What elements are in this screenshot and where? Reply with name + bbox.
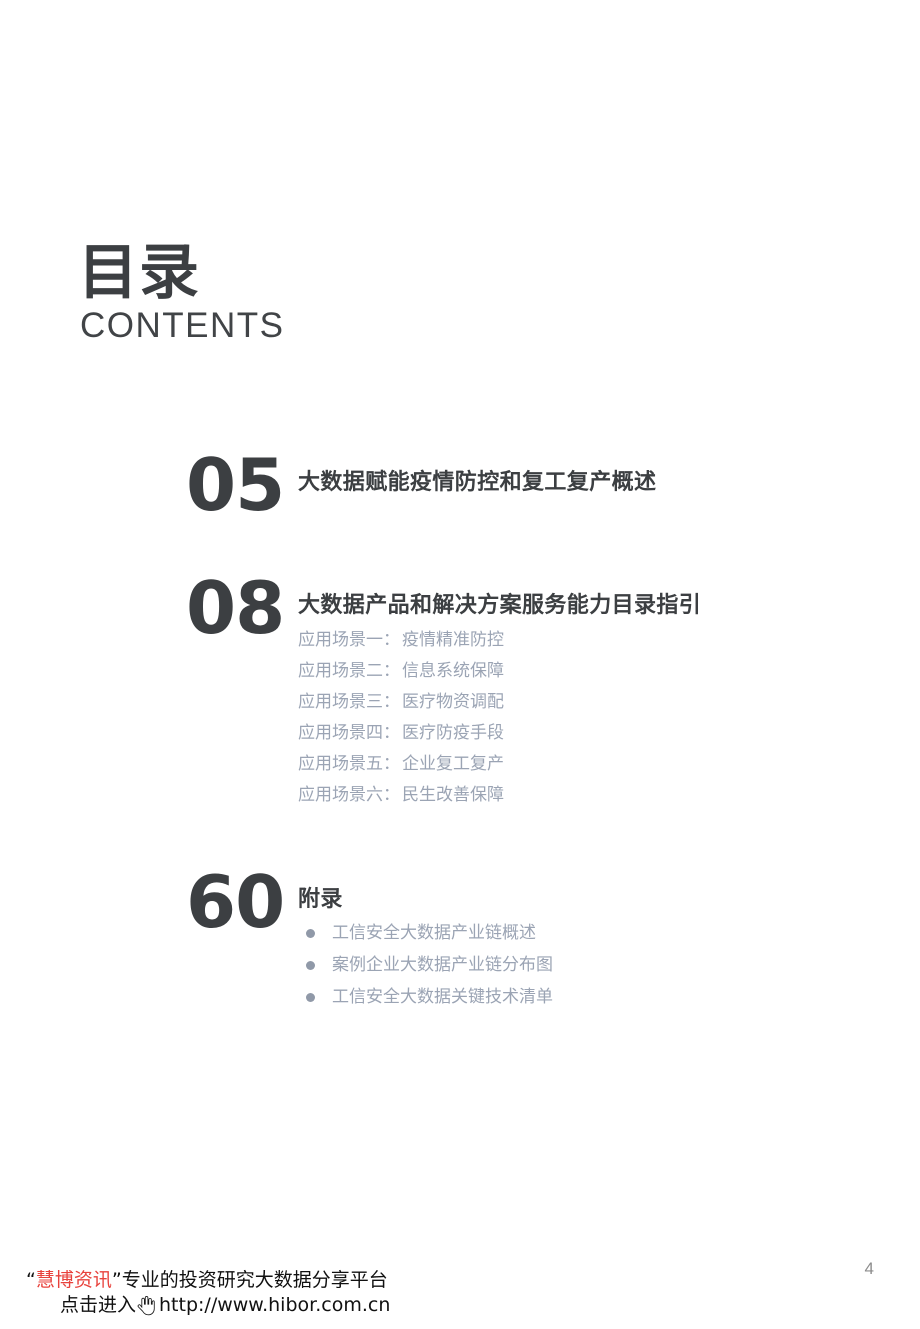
list-item[interactable]: 应用场景三： 医疗物资调配 [298,694,886,725]
brand-name: 慧博资讯 [35,1268,112,1291]
scenario-value: 民生改善保障 [402,785,504,806]
toc-entry-body: 大数据产品和解决方案服务能力目录指引 应用场景一： 疫情精准防控 应用场景二： 信息… [298,578,886,819]
appendix-list: 工信安全大数据产业链概述 案例企业大数据产业链分布图 工信安全大数据关键技术清单 [298,922,886,1021]
quote-open: “ [26,1268,36,1291]
footer-url[interactable]: http://www.hibor.com.cn [159,1293,390,1319]
footer-url-line[interactable]: 点击进入 http://www.hibor.com.cn [60,1293,446,1319]
footer-tagline: 专业的投资研究大数据分享平台 [121,1268,388,1291]
footer-cta-label: 点击进入 [60,1294,137,1317]
toc-entry-list: 05 大数据赋能疫情防控和复工复产概述 08 大数据产品和解决方案服务能力目录指… [186,449,886,1021]
appendix-item-label: 工信安全大数据关键技术清单 [332,986,553,1007]
bullet-dot-icon [306,928,315,938]
toc-entry-title[interactable]: 大数据赋能疫情防控和复工复产概述 [298,469,886,498]
list-item[interactable]: 工信安全大数据产业链概述 [298,922,886,957]
scenario-list: 应用场景一： 疫情精准防控 应用场景二： 信息系统保障 应用场景三： 医疗物资调配 应… [298,632,886,818]
toc-entry-title[interactable]: 附录 [298,886,886,915]
list-item[interactable]: 应用场景二： 信息系统保障 [298,663,886,694]
bullet-dot-icon [306,992,315,1002]
toc-page: 目录 CONTENTS 05 大数据赋能疫情防控和复工复产概述 08 大数据产品… [0,0,920,1329]
toc-entry-title[interactable]: 大数据产品和解决方案服务能力目录指引 [298,592,886,621]
list-item[interactable]: 案例企业大数据产业链分布图 [298,954,886,989]
scenario-value: 企业复工复产 [402,754,504,775]
page-title-cn: 目录 [78,238,200,308]
toc-entry-number: 05 [186,443,285,527]
scenario-label: 应用场景二： [298,661,400,682]
toc-entry-body: 大数据赋能疫情防控和复工复产概述 [298,455,886,498]
appendix-item-label: 工信安全大数据产业链概述 [332,922,536,943]
bullet-dot-icon [306,960,315,970]
toc-entry-number: 08 [186,565,285,650]
pointing-hand-icon [136,1296,155,1316]
list-item[interactable]: 应用场景一： 疫情精准防控 [298,632,886,663]
scenario-value: 医疗物资调配 [402,692,504,713]
toc-entry-number: 60 [186,860,285,945]
appendix-item-label: 案例企业大数据产业链分布图 [332,954,553,975]
footer-tagline-line: “慧博资讯”专业的投资研究大数据分享平台 [26,1268,446,1294]
list-item[interactable]: 工信安全大数据关键技术清单 [298,986,886,1021]
scenario-label: 应用场景五： [298,754,400,775]
page-number: 4 [864,1259,874,1278]
toc-entry-08[interactable]: 08 大数据产品和解决方案服务能力目录指引 应用场景一： 疫情精准防控 应用场景二… [186,565,886,819]
scenario-label: 应用场景六： [298,785,400,806]
quote-close: ” [111,1268,122,1291]
scenario-label: 应用场景三： [298,692,400,713]
footer-watermark: “慧博资讯”专业的投资研究大数据分享平台 点击进入 http://www.hibo… [26,1268,446,1319]
toc-entry-05[interactable]: 05 大数据赋能疫情防控和复工复产概述 [186,449,886,521]
list-item[interactable]: 应用场景四： 医疗防疫手段 [298,725,886,756]
page-title-block: 目录 CONTENTS [78,238,285,346]
scenario-value: 医疗防疫手段 [402,723,504,744]
list-item[interactable]: 应用场景五： 企业复工复产 [298,756,886,787]
toc-entry-60[interactable]: 60 附录 工信安全大数据产业链概述 案例企业大数据产业链分布图 工信安全大数据… [186,860,886,1021]
scenario-value: 信息系统保障 [402,661,504,682]
list-item[interactable]: 应用场景六： 民生改善保障 [298,787,886,818]
toc-entry-body: 附录 工信安全大数据产业链概述 案例企业大数据产业链分布图 工信安全大数据关键技… [298,872,886,1021]
scenario-value: 疫情精准防控 [402,630,504,651]
scenario-label: 应用场景一： [298,630,400,651]
page-title-en: CONTENTS [80,306,285,346]
scenario-label: 应用场景四： [298,723,400,744]
